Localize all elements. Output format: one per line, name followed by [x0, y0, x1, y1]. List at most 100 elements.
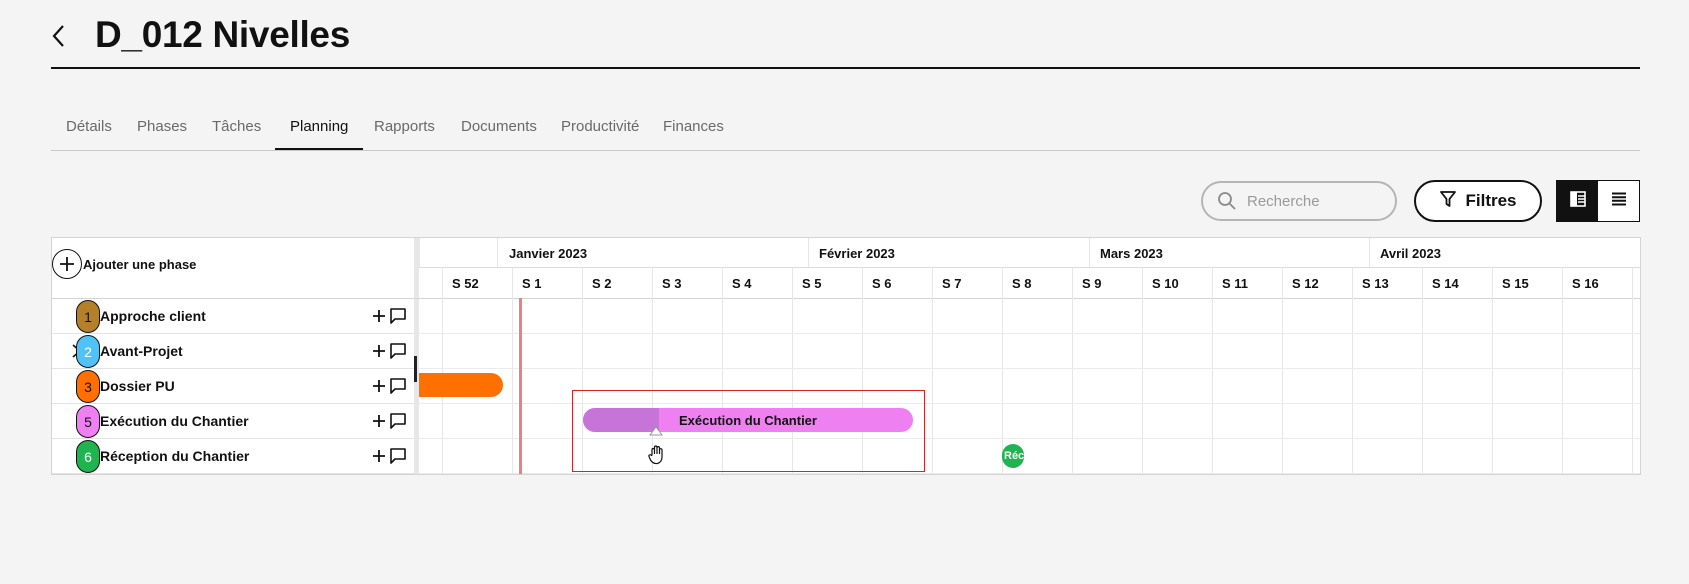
phase-number-badge: 2 [76, 335, 100, 368]
week-gridline [1212, 267, 1213, 474]
filters-label: Filtres [1465, 191, 1517, 210]
week-label: S 15 [1502, 276, 1529, 291]
week-gridline [1072, 267, 1073, 474]
week-label: S 6 [872, 276, 892, 291]
tab-details[interactable]: Détails [51, 114, 127, 150]
phase-row[interactable]: 5 Exécution du Chantier [52, 404, 414, 439]
tab-phases[interactable]: Phases [122, 114, 202, 150]
tab-finances[interactable]: Finances [648, 114, 739, 150]
month-label: Février 2023 [819, 246, 895, 261]
gantt-chart: Ajouter une phase 1 Approche client 2 Av… [51, 237, 1641, 475]
add-task-icon[interactable] [371, 376, 387, 396]
week-label: S 1 [522, 276, 542, 291]
week-label: S 52 [452, 276, 479, 291]
week-gridline [1002, 267, 1003, 474]
list-view-icon [1611, 191, 1627, 212]
week-gridline [1562, 267, 1563, 474]
month-divider [419, 238, 420, 267]
tab-bar: Détails Phases Tâches Planning Rapports … [51, 114, 1640, 151]
phase-number-badge: 3 [76, 370, 100, 403]
resize-handle[interactable] [414, 356, 417, 382]
month-divider [808, 238, 809, 267]
add-phase-button[interactable]: Ajouter une phase [52, 246, 196, 282]
month-divider [1369, 238, 1370, 267]
reception-bar[interactable]: Réc [1002, 444, 1024, 468]
phase-name: Approche client [100, 308, 206, 324]
week-label: S 8 [1012, 276, 1032, 291]
phase-row[interactable]: 6 Réception du Chantier [52, 439, 414, 474]
tab-planning[interactable]: Planning [275, 114, 364, 150]
plus-circle-icon [52, 249, 82, 279]
month-label: Mars 2023 [1100, 246, 1163, 261]
month-week-separator [419, 267, 1640, 268]
split-view-button[interactable] [1557, 181, 1598, 221]
phase-name: Réception du Chantier [100, 448, 250, 464]
week-gridline [1492, 267, 1493, 474]
week-label: S 11 [1222, 276, 1249, 291]
week-label: S 10 [1152, 276, 1179, 291]
search-input[interactable] [1245, 191, 1389, 211]
add-task-icon[interactable] [371, 306, 387, 326]
phase-number-badge: 6 [76, 440, 100, 473]
month-divider [497, 238, 498, 267]
list-view-button[interactable] [1598, 181, 1639, 221]
week-label: S 7 [942, 276, 962, 291]
comment-icon[interactable] [389, 447, 407, 465]
week-label: S 9 [1082, 276, 1102, 291]
phase-number-badge: 1 [76, 300, 100, 333]
week-gridline [1422, 267, 1423, 474]
dossier-pu-bar[interactable] [419, 373, 503, 397]
week-gridline [932, 267, 933, 474]
week-label: S 4 [732, 276, 752, 291]
week-label: S 14 [1432, 276, 1459, 291]
phase-list-panel: Ajouter une phase 1 Approche client 2 Av… [52, 238, 414, 474]
search-box[interactable] [1201, 181, 1397, 221]
today-marker [519, 298, 522, 474]
week-label: S 3 [662, 276, 682, 291]
week-label: S 16 [1572, 276, 1599, 291]
tab-documents[interactable]: Documents [446, 114, 552, 150]
split-view-icon [1569, 190, 1587, 213]
month-label: Avril 2023 [1380, 246, 1441, 261]
row-gridline [419, 473, 1640, 474]
month-label: Janvier 2023 [509, 246, 588, 261]
search-icon [1217, 190, 1239, 212]
filters-button[interactable]: Filtres [1414, 180, 1542, 222]
week-gridline [1352, 267, 1353, 474]
week-label: S 13 [1362, 276, 1389, 291]
phase-row[interactable]: 1 Approche client [52, 299, 414, 334]
add-phase-label: Ajouter une phase [83, 256, 197, 272]
comment-icon[interactable] [389, 412, 407, 430]
comment-icon[interactable] [389, 342, 407, 360]
tab-productivite[interactable]: Productivité [546, 114, 654, 150]
comment-icon[interactable] [389, 307, 407, 325]
add-task-icon[interactable] [371, 411, 387, 431]
week-gridline [1282, 267, 1283, 474]
back-chevron-icon[interactable] [46, 22, 70, 50]
phase-number-badge: 5 [76, 405, 100, 438]
view-toggle [1556, 180, 1640, 222]
month-divider [1089, 238, 1090, 267]
phase-name: Exécution du Chantier [100, 413, 249, 429]
week-gridline [1142, 267, 1143, 474]
week-label: S 2 [592, 276, 612, 291]
row-gridline [419, 333, 1640, 334]
phase-name: Dossier PU [100, 378, 175, 394]
selection-highlight [572, 390, 925, 472]
timeline-area: Janvier 2023 Février 2023 Mars 2023 Avri… [419, 238, 1640, 474]
grab-hand-icon [647, 444, 667, 466]
row-gridline [419, 368, 1640, 369]
phase-row[interactable]: 3 Dossier PU [52, 369, 414, 404]
week-label: S 12 [1292, 276, 1319, 291]
add-task-icon[interactable] [371, 341, 387, 361]
title-divider [51, 67, 1640, 69]
week-label: S 5 [802, 276, 822, 291]
week-gridline [1632, 267, 1633, 474]
tab-taches[interactable]: Tâches [197, 114, 276, 150]
week-gridline [442, 267, 443, 474]
phase-row[interactable]: 2 Avant-Projet [52, 334, 414, 369]
comment-icon[interactable] [389, 377, 407, 395]
add-task-icon[interactable] [371, 446, 387, 466]
tab-rapports[interactable]: Rapports [359, 114, 450, 150]
filter-icon [1439, 190, 1457, 213]
